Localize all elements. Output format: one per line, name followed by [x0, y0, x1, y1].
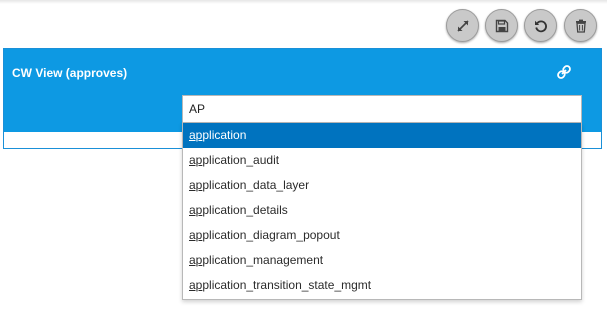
option-match: ap — [189, 253, 203, 267]
dropdown-option[interactable]: application_data_layer — [183, 173, 581, 198]
dropdown-option[interactable]: application_audit — [183, 148, 581, 173]
link-button[interactable] — [555, 64, 573, 85]
option-rest: plication — [202, 128, 247, 142]
save-button[interactable] — [485, 9, 518, 42]
option-rest: plication_transition_state_mgmt — [202, 278, 372, 292]
option-rest: plication_audit — [202, 153, 280, 167]
option-match: ap — [189, 278, 203, 292]
option-match: ap — [189, 128, 203, 142]
page: CW View (approves) application applicati… — [0, 0, 607, 311]
option-match: ap — [189, 153, 203, 167]
option-rest: plication_details — [202, 203, 288, 217]
dropdown-option[interactable]: application_transition_state_mgmt — [183, 273, 581, 298]
option-rest: plication_data_layer — [202, 178, 310, 192]
delete-button[interactable] — [564, 9, 597, 42]
option-rest: plication_management — [202, 253, 324, 267]
option-match: ap — [189, 178, 203, 192]
trash-icon — [573, 18, 589, 34]
dropdown-option[interactable]: application — [183, 123, 581, 148]
expand-button[interactable] — [446, 9, 479, 42]
refresh-icon — [533, 18, 549, 34]
refresh-button[interactable] — [524, 9, 557, 42]
option-rest: plication_diagram_popout — [202, 228, 340, 242]
option-match: ap — [189, 228, 203, 242]
panel-title: CW View (approves) — [12, 66, 128, 80]
expand-icon — [455, 18, 471, 34]
dropdown-option[interactable]: application_management — [183, 248, 581, 273]
dropdown-option[interactable]: application_details — [183, 198, 581, 223]
save-icon — [494, 18, 510, 34]
option-match: ap — [189, 203, 203, 217]
autocomplete-dropdown: application application_audit applicatio… — [182, 123, 582, 300]
search-input[interactable] — [182, 95, 582, 123]
link-icon — [556, 64, 572, 85]
dropdown-option[interactable]: application_diagram_popout — [183, 223, 581, 248]
top-shadow — [0, 0, 607, 4]
